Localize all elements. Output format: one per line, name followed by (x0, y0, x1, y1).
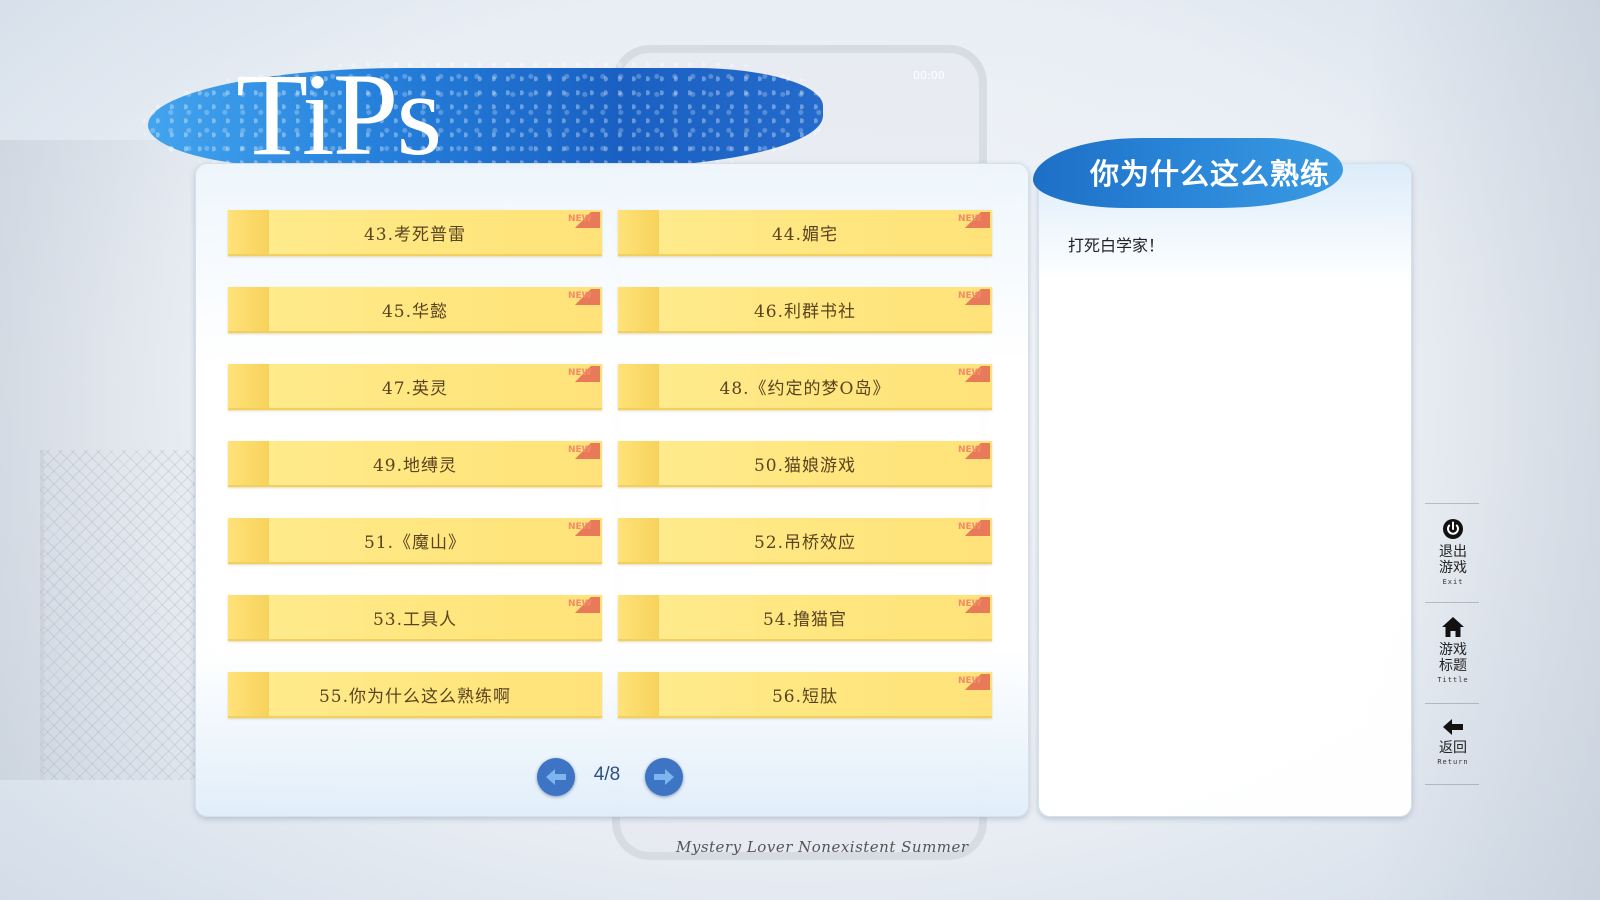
new-badge-text: NEW (958, 445, 982, 455)
new-badge: NEW (958, 289, 990, 305)
new-badge-text: NEW (568, 522, 592, 532)
side-menu-divider (1425, 703, 1479, 704)
new-badge: NEW (568, 289, 600, 305)
next-page-button[interactable] (645, 758, 683, 796)
back-arrow-icon (1443, 719, 1463, 735)
detail-body-text: 打死白学家！ (1068, 236, 1165, 255)
game-logo-signature: Mystery Lover Nonexistent Summer (676, 838, 969, 856)
return-label: 返回 (1439, 740, 1467, 756)
tip-item-51[interactable]: 51.《魔山》 NEW (228, 518, 602, 564)
tip-item-label: 51.《魔山》 (363, 532, 467, 553)
phone-clock: 00:00 (913, 69, 945, 82)
title-label-line2: 标题 (1439, 658, 1467, 674)
new-badge-text: NEW (958, 368, 982, 378)
new-badge: NEW (568, 520, 600, 536)
tip-item-label: 48.《约定的梦O岛》 (719, 378, 891, 399)
background-pillar (0, 140, 215, 780)
new-badge: NEW (568, 443, 600, 459)
tip-item-label: 53.工具人 (372, 609, 458, 630)
tip-item-label: 56.短肽 (771, 686, 839, 707)
side-menu-divider (1425, 784, 1479, 785)
tip-item-56[interactable]: 56.短肽 NEW (618, 672, 992, 718)
power-icon (1443, 519, 1463, 539)
tip-item-45[interactable]: 45.华懿 NEW (228, 287, 602, 333)
new-badge-text: NEW (568, 214, 592, 224)
exit-label-line1: 退出 (1439, 544, 1467, 560)
new-badge: NEW (568, 597, 600, 613)
new-badge-text: NEW (958, 291, 982, 301)
detail-title: 你为什么这么熟练 (1090, 157, 1331, 191)
tip-item-49[interactable]: 49.地缚灵 NEW (228, 441, 602, 487)
tip-item-label: 55.你为什么这么熟练啊 (318, 686, 512, 707)
exit-sublabel: Exit (1442, 578, 1464, 586)
tip-item-label: 50.猫娘游戏 (753, 455, 857, 476)
tip-item-label: 47.英灵 (381, 378, 449, 399)
title-screen-button[interactable]: 游戏 标题 Tittle (1425, 616, 1481, 684)
return-sublabel: Return (1437, 758, 1469, 766)
side-menu-divider (1425, 503, 1479, 504)
tip-item-52[interactable]: 52.吊桥效应 NEW (618, 518, 992, 564)
return-button[interactable]: 返回 Return (1425, 718, 1481, 766)
new-badge: NEW (958, 366, 990, 382)
exit-game-button[interactable]: 退出 游戏 Exit (1425, 518, 1481, 586)
new-badge: NEW (958, 674, 990, 690)
tip-item-label: 54.撸猫官 (762, 609, 848, 630)
tips-list-panel (195, 163, 1029, 817)
new-badge-text: NEW (958, 522, 982, 532)
exit-label-line2: 游戏 (1439, 560, 1467, 576)
new-badge: NEW (568, 366, 600, 382)
tip-item-54[interactable]: 54.撸猫官 NEW (618, 595, 992, 641)
tip-item-53[interactable]: 53.工具人 NEW (228, 595, 602, 641)
tip-item-label: 45.华懿 (381, 301, 449, 322)
tip-item-label: 44.媚宅 (771, 224, 839, 245)
tip-item-50[interactable]: 50.猫娘游戏 NEW (618, 441, 992, 487)
tip-item-55[interactable]: 55.你为什么这么熟练啊 (228, 672, 602, 718)
title-sublabel: Tittle (1437, 676, 1469, 684)
background-fence (40, 450, 204, 780)
new-badge-text: NEW (958, 676, 982, 686)
new-badge-text: NEW (568, 599, 592, 609)
tip-item-46[interactable]: 46.利群书社 NEW (618, 287, 992, 333)
tip-item-47[interactable]: 47.英灵 NEW (228, 364, 602, 410)
tip-detail-panel (1038, 163, 1412, 817)
new-badge: NEW (568, 212, 600, 228)
arrow-left-icon (546, 769, 566, 785)
page-indicator: 4/8 (593, 764, 621, 785)
tip-item-label: 43.考死普雷 (363, 224, 467, 245)
new-badge-text: NEW (958, 599, 982, 609)
home-icon (1442, 617, 1464, 637)
page-title: TiPs (236, 49, 442, 180)
tip-item-label: 49.地缚灵 (372, 455, 458, 476)
new-badge: NEW (958, 520, 990, 536)
tip-item-48[interactable]: 48.《约定的梦O岛》 NEW (618, 364, 992, 410)
new-badge-text: NEW (568, 445, 592, 455)
new-badge: NEW (958, 597, 990, 613)
title-label-line1: 游戏 (1439, 642, 1467, 658)
tip-item-label: 52.吊桥效应 (753, 532, 857, 553)
new-badge-text: NEW (568, 368, 592, 378)
side-menu-divider (1425, 602, 1479, 603)
tip-item-43[interactable]: 43.考死普雷 NEW (228, 210, 602, 256)
tip-item-44[interactable]: 44.媚宅 NEW (618, 210, 992, 256)
prev-page-button[interactable] (537, 758, 575, 796)
new-badge: NEW (958, 443, 990, 459)
arrow-right-icon (654, 769, 674, 785)
new-badge-text: NEW (958, 214, 982, 224)
tip-item-label: 46.利群书社 (753, 301, 857, 322)
new-badge: NEW (958, 212, 990, 228)
new-badge-text: NEW (568, 291, 592, 301)
